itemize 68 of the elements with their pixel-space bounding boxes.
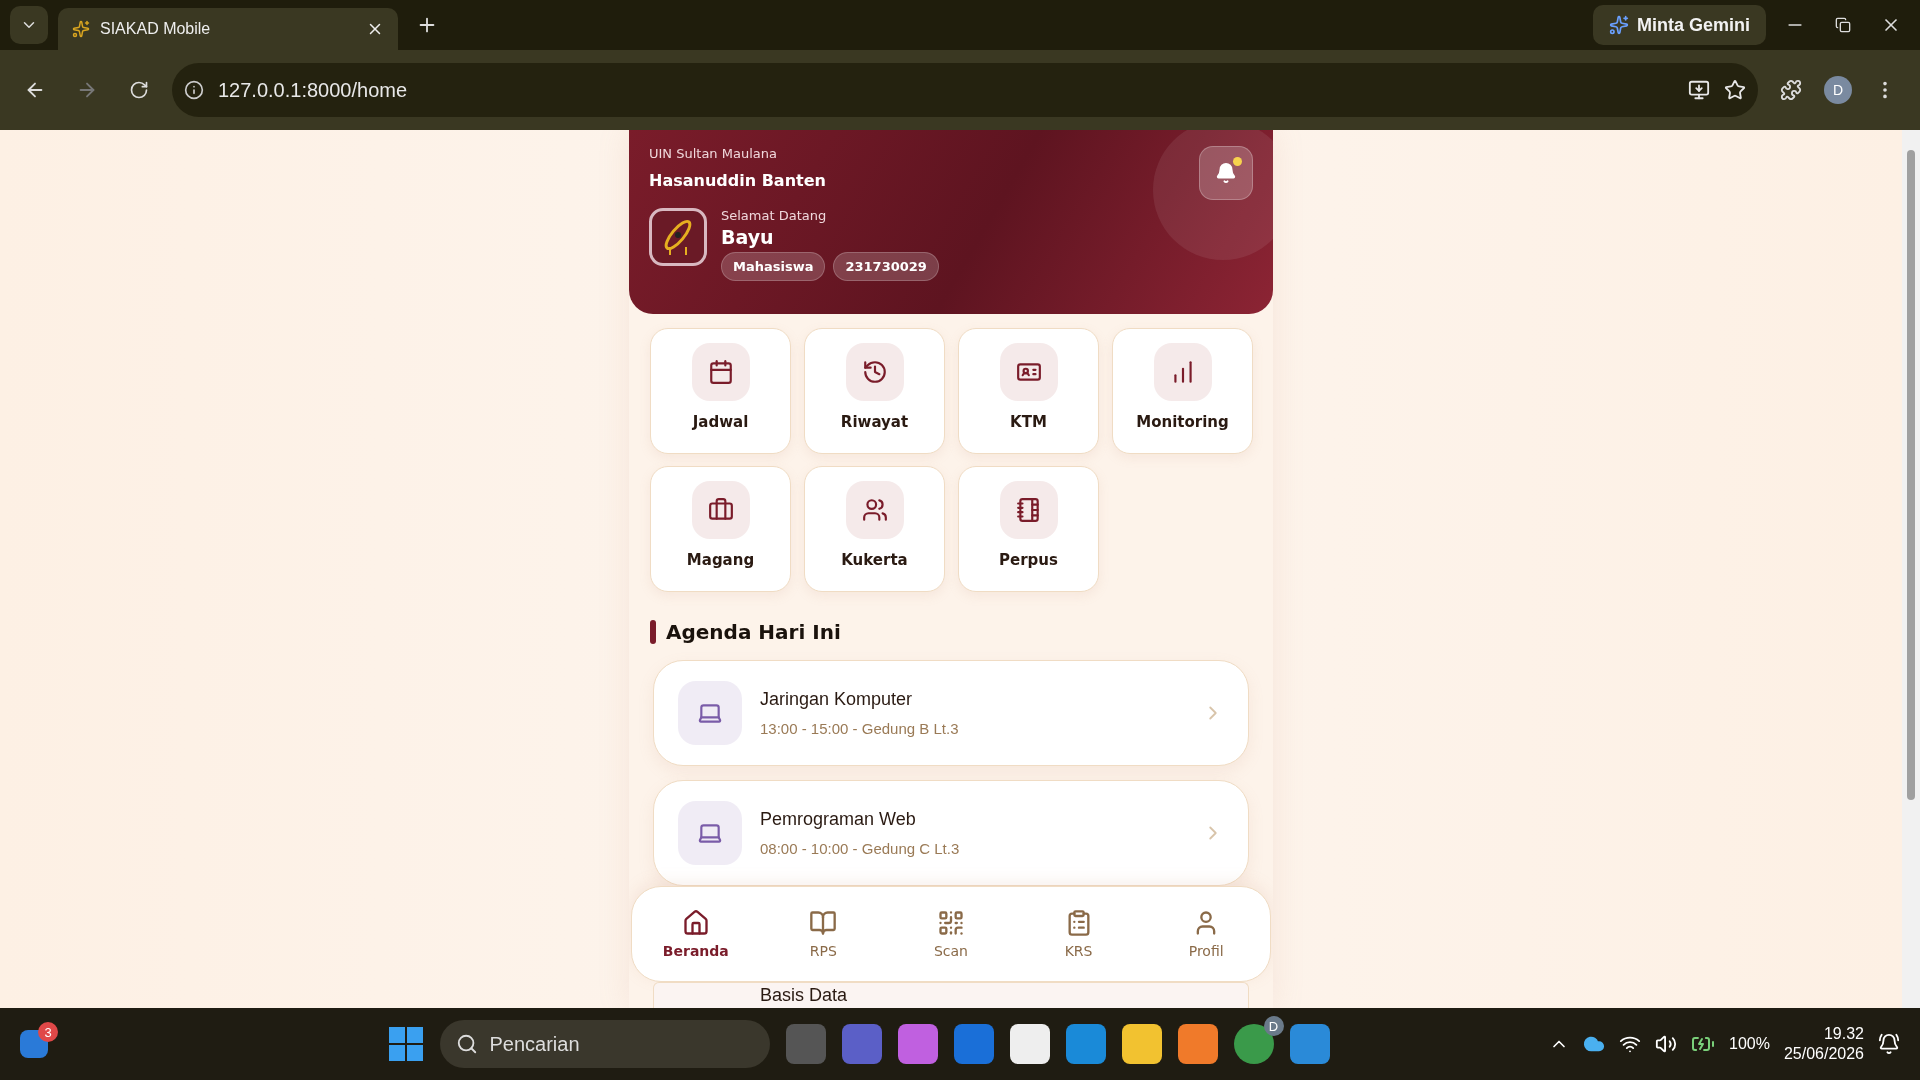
bell-icon[interactable]: [1215, 162, 1237, 184]
puzzle-icon[interactable]: [1780, 79, 1802, 101]
volume-icon[interactable]: [1655, 1033, 1677, 1055]
tab-title: SIAKAD Mobile: [100, 20, 212, 38]
user-name: Bayu: [721, 226, 775, 248]
accent-bar: [650, 620, 656, 644]
bookmark-star-icon[interactable]: [1724, 79, 1746, 101]
menu-card[interactable]: KTM: [958, 328, 1099, 454]
menu-card[interactable]: Monitoring: [1112, 328, 1253, 454]
nav-tab[interactable]: KRS: [1033, 908, 1124, 960]
app-icon[interactable]: [953, 1024, 994, 1064]
menu-card[interactable]: Riwayat: [804, 328, 945, 454]
clock-icon: [861, 359, 888, 385]
course-title: Jaringan Komputer: [760, 689, 914, 710]
windows-start-icon[interactable]: [387, 1026, 424, 1062]
gemini-button[interactable]: Minta Gemini: [1593, 5, 1766, 45]
menu-card[interactable]: Magang: [650, 466, 791, 592]
scrollbar[interactable]: [1902, 130, 1920, 1008]
browser-tab[interactable]: SIAKAD Mobile: [58, 8, 398, 50]
agenda-card[interactable]: Basis Data: [653, 982, 1249, 1008]
info-badge: Mahasiswa: [721, 252, 826, 281]
course-schedule: 13:00 - 15:00 - Gedung B Lt.3: [760, 720, 960, 737]
notebook-icon: [1015, 497, 1042, 523]
menu-card[interactable]: Kukerta: [804, 466, 945, 592]
clock-date: 25/06/2026: [1783, 1045, 1864, 1063]
restore-icon[interactable]: [1835, 17, 1851, 33]
book-icon[interactable]: [809, 909, 838, 937]
greeting-text: Selamat Datang: [721, 208, 828, 223]
taskbar-search-field[interactable]: Pencarian: [439, 1020, 770, 1068]
sparkle-icon[interactable]: [1609, 15, 1629, 35]
course-title: Pemrograman Web: [760, 809, 917, 830]
nav-tab[interactable]: Scan: [906, 908, 996, 960]
clock-time: 19.32: [1823, 1025, 1864, 1043]
nav-tab[interactable]: Profil: [1161, 908, 1252, 960]
notification-button[interactable]: [1199, 146, 1253, 200]
scrollbar-thumb[interactable]: [1907, 150, 1915, 800]
section-title: Agenda Hari Ini: [666, 620, 841, 644]
notification-icon[interactable]: [1878, 1033, 1900, 1055]
profile-badge: D: [1263, 1016, 1284, 1036]
institution-name: UIN Sultan Maulana: [649, 146, 778, 161]
menu-card[interactable]: Jadwal: [650, 328, 791, 454]
app-icon[interactable]: [1177, 1024, 1218, 1064]
info-badge: 231730029: [833, 252, 939, 281]
agenda-card[interactable]: Jaringan Komputer 13:00 - 15:00 - Gedung B Lt.3: [653, 660, 1249, 766]
institution-name: Hasanuddin Banten: [649, 171, 827, 190]
info-icon[interactable]: [184, 80, 204, 100]
favicon-icon: [72, 20, 90, 38]
reload-icon[interactable]: [129, 80, 149, 100]
nav-tab[interactable]: Beranda: [650, 908, 741, 960]
calendar-icon: [707, 359, 734, 385]
course-schedule: 08:00 - 10:00 - Gedung C Lt.3: [760, 840, 961, 857]
people-icon: [861, 497, 888, 523]
notification-badge: 3: [38, 1022, 58, 1042]
profile-avatar[interactable]: D: [1824, 76, 1852, 104]
agenda-card[interactable]: Pemrograman Web 08:00 - 10:00 - Gedung C Lt.3: [653, 780, 1249, 886]
briefcase-icon: [707, 497, 734, 523]
course-title: Basis Data: [760, 985, 848, 1006]
university-logo: [649, 208, 707, 266]
install-icon[interactable]: [1688, 79, 1710, 101]
nav-tab[interactable]: RPS: [778, 908, 869, 960]
search-icon[interactable]: [455, 1033, 478, 1055]
search-placeholder: Pencarian: [489, 1032, 580, 1056]
url-text: 127.0.0.1:8000/home: [218, 78, 408, 102]
battery-percentage: 100%: [1729, 1035, 1770, 1053]
menu-card[interactable]: Perpus: [958, 466, 1099, 592]
home-icon[interactable]: [681, 909, 710, 937]
qr-code-icon[interactable]: [937, 909, 965, 937]
address-bar[interactable]: 127.0.0.1:8000/home: [172, 63, 1758, 117]
